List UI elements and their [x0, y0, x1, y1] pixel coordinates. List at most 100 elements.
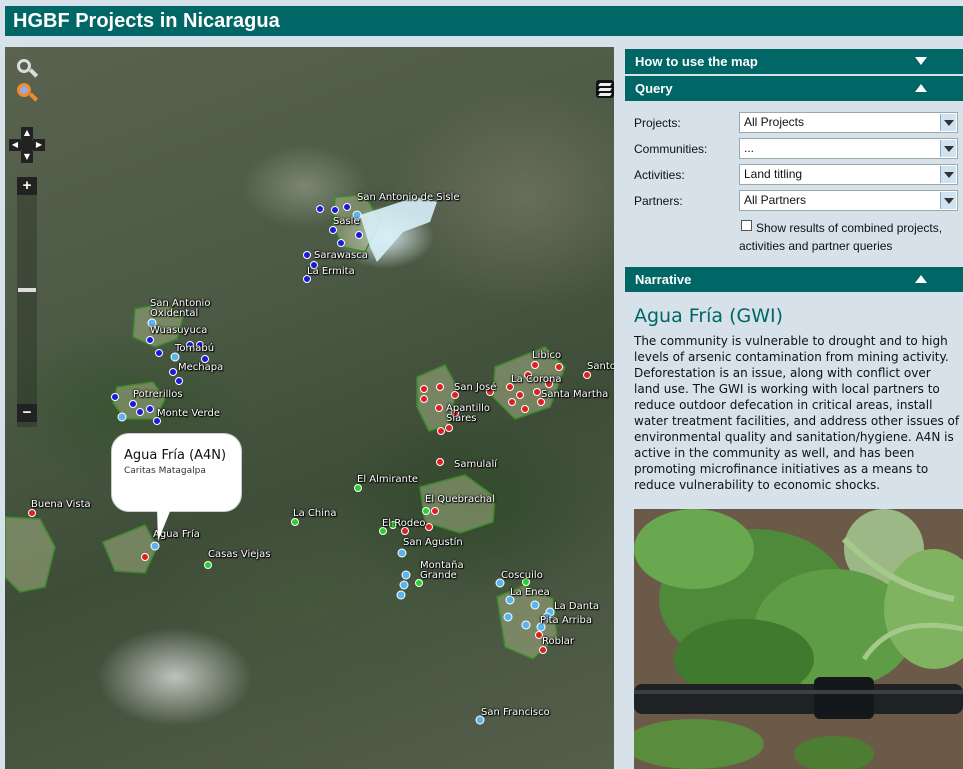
map-label: San Francisco — [481, 707, 550, 718]
collapse-up-icon[interactable] — [915, 275, 927, 283]
pan-down-icon[interactable]: ▼ — [21, 151, 33, 163]
marker-green — [204, 561, 212, 569]
marker-light-blue — [150, 541, 160, 551]
marker-green — [354, 484, 362, 492]
marker-red — [539, 646, 547, 654]
marker-red — [583, 371, 591, 379]
map-label: La China — [293, 508, 337, 519]
marker-light-blue — [503, 612, 513, 622]
map-popup[interactable]: Agua Fría (A4N) Caritas Matagalpa — [111, 433, 242, 512]
marker-red — [516, 391, 524, 399]
map-label: Montaña Grande — [420, 560, 464, 581]
map-label: Casas Viejas — [208, 549, 271, 560]
collapse-down-icon[interactable] — [915, 57, 927, 65]
marker-blue — [146, 336, 154, 344]
marker-red — [141, 553, 149, 561]
marker-red — [521, 405, 529, 413]
map-label: Apantillo Siares — [446, 403, 491, 424]
layers-icon[interactable] — [596, 80, 614, 98]
pan-up-icon[interactable]: ▲ — [21, 127, 33, 139]
marker-red — [555, 363, 563, 371]
marker-blue — [129, 400, 137, 408]
marker-blue — [355, 231, 363, 239]
marker-red — [508, 398, 516, 406]
zoom-out-button[interactable]: − — [17, 404, 37, 422]
chevron-down-icon[interactable] — [940, 140, 956, 157]
partners-select[interactable]: All Partners — [739, 190, 958, 211]
map-label: Mechapa — [178, 362, 224, 373]
marker-red — [420, 395, 428, 403]
map-view[interactable]: ▲ ◀ ▶ ▼ + − San Antonio de Sisle Sasle S… — [5, 47, 614, 769]
zoom-box-icon[interactable] — [17, 83, 39, 105]
marker-light-blue — [401, 570, 411, 580]
page-title: HGBF Projects in Nicaragua — [5, 6, 963, 36]
activities-select[interactable]: Land titling — [739, 164, 958, 185]
map-label: Samulalí — [454, 459, 498, 470]
popup-title: Agua Fría (A4N) — [124, 448, 227, 463]
marker-light-blue — [530, 600, 540, 610]
pan-control[interactable]: ▲ ◀ ▶ ▼ — [9, 127, 45, 163]
map-label: San José — [454, 382, 497, 393]
zoom-slider-handle[interactable] — [17, 287, 37, 293]
map-label: Libico — [532, 350, 562, 361]
narrative-header-title: Narrative — [635, 272, 692, 287]
map-label: Wuasuyuca — [150, 325, 208, 336]
combined-query-checkbox[interactable] — [741, 220, 752, 231]
marker-blue — [175, 377, 183, 385]
marker-blue — [155, 349, 163, 357]
map-label: Tomabú — [175, 343, 215, 354]
pan-center-icon[interactable] — [21, 139, 33, 151]
map-label: La Ermita — [307, 266, 355, 277]
map-label: Potrerillos — [133, 389, 183, 400]
map-label: La Danta — [554, 601, 600, 612]
area-buena-vista — [5, 516, 56, 593]
combined-query-label: Show results of combined projects, activ… — [739, 221, 943, 253]
chevron-down-icon[interactable] — [940, 166, 956, 183]
marker-red — [533, 388, 541, 396]
zoom-bar[interactable] — [17, 177, 37, 427]
communities-select[interactable]: ... — [739, 138, 958, 159]
how-to-header[interactable]: How to use the map — [625, 49, 963, 74]
marker-light-blue — [397, 548, 407, 558]
marker-red — [425, 523, 433, 531]
partners-label: Partners: — [634, 194, 683, 208]
map-label: La Enea — [510, 587, 550, 598]
map-label: Santo — [587, 361, 614, 372]
narrative-title: Agua Fría (GWI) — [634, 305, 784, 327]
pan-right-icon[interactable]: ▶ — [33, 139, 45, 151]
collapse-up-icon[interactable] — [915, 84, 927, 92]
narrative-text: The community is vulnerable to drought a… — [634, 334, 960, 492]
communities-value: ... — [744, 141, 755, 155]
query-header[interactable]: Query — [625, 76, 963, 101]
marker-blue — [331, 206, 339, 214]
marker-red — [437, 427, 445, 435]
zoom-in-button[interactable]: + — [17, 177, 37, 195]
map-label: San Antonio de Sisle — [357, 192, 460, 203]
map-label: El Rodeo — [382, 518, 426, 529]
marker-light-blue — [399, 580, 409, 590]
marker-red — [445, 424, 453, 432]
narrative-header[interactable]: Narrative — [625, 267, 963, 292]
query-title: Query — [635, 81, 673, 96]
marker-red — [436, 383, 444, 391]
marker-blue — [329, 226, 337, 234]
zoom-tool-icon[interactable] — [17, 59, 39, 81]
marker-red — [431, 507, 439, 515]
map-label: El Almirante — [357, 474, 419, 485]
how-to-title: How to use the map — [635, 54, 758, 69]
map-overlay — [5, 194, 591, 725]
chevron-down-icon[interactable] — [940, 192, 956, 209]
map-label: El Quebrachal — [425, 494, 495, 505]
map-label: Pita Arriba — [540, 615, 592, 626]
marker-red — [435, 404, 443, 412]
chevron-down-icon[interactable] — [940, 114, 956, 131]
community-photo — [634, 509, 963, 769]
activities-label: Activities: — [634, 168, 685, 182]
marker-blue — [343, 203, 351, 211]
projects-select[interactable]: All Projects — [739, 112, 958, 133]
marker-blue — [316, 205, 324, 213]
popup-subtitle: Caritas Matagalpa — [124, 466, 206, 476]
communities-label: Communities: — [634, 142, 708, 156]
map-label: Sarawasca — [314, 250, 368, 261]
pan-left-icon[interactable]: ◀ — [9, 139, 21, 151]
